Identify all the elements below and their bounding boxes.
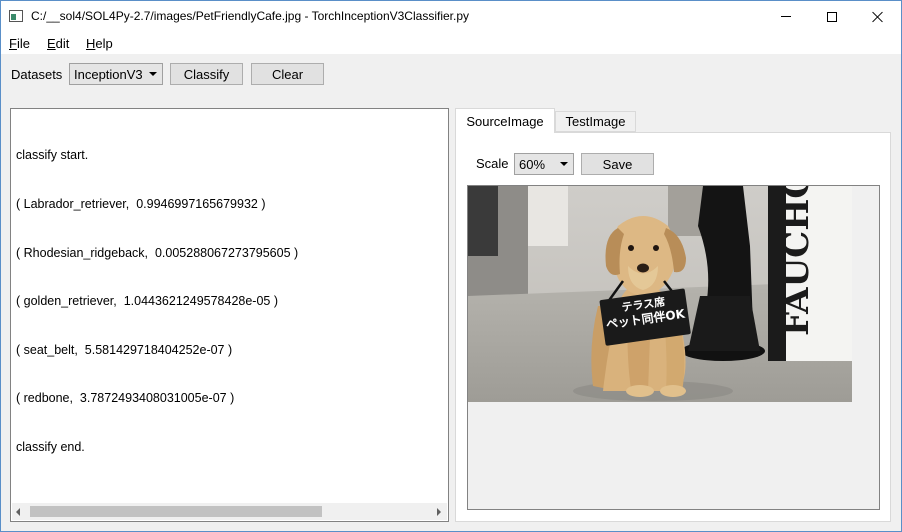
- clear-button[interactable]: Clear: [251, 63, 324, 85]
- datasets-combobox-value: InceptionV3: [74, 67, 143, 82]
- output-line: classify start.: [16, 148, 89, 163]
- scroll-left-icon[interactable]: [16, 508, 20, 516]
- scale-combobox[interactable]: 60%: [514, 153, 574, 175]
- app-icon: [9, 10, 23, 22]
- menu-edit-label: dit: [55, 36, 70, 51]
- sourceimage-tab-page: Scale 60% Save FAUCHON テラス席 ペット同伴OK: [455, 132, 891, 522]
- output-line: ( seat_belt, 5.581429718404252e-07 ): [16, 342, 233, 357]
- menu-edit[interactable]: Edit: [47, 36, 69, 51]
- output-line: ( golden_retriever, 1.0443621249578428e-…: [16, 294, 279, 309]
- datasets-combobox[interactable]: InceptionV3: [69, 63, 163, 85]
- source-photo: FAUCHON テラス席 ペット同伴OK: [468, 186, 852, 402]
- tab-testimage[interactable]: TestImage: [555, 111, 636, 132]
- chevron-down-icon: [560, 162, 568, 166]
- maximize-icon: [827, 11, 837, 22]
- menu-edit-mnemonic: E: [47, 36, 56, 51]
- close-icon: [872, 11, 884, 23]
- window-title: C:/__sol4/SOL4Py-2.7/images/PetFriendlyC…: [31, 9, 469, 23]
- store-sign-text: FAUCHON: [777, 186, 817, 336]
- close-button[interactable]: [855, 1, 901, 32]
- menu-help-mnemonic: H: [86, 36, 96, 51]
- menu-file[interactable]: File: [9, 36, 30, 51]
- classify-button[interactable]: Classify: [170, 63, 243, 85]
- scrollbar-thumb[interactable]: [30, 506, 322, 517]
- output-line: ( redbone, 3.7872493408031005e-07 ): [16, 391, 235, 406]
- app-window: C:/__sol4/SOL4Py-2.7/images/PetFriendlyC…: [0, 0, 902, 532]
- minimize-button[interactable]: [763, 1, 809, 32]
- output-line: classify end.: [16, 440, 85, 455]
- menu-bar: File Edit Help: [1, 32, 901, 54]
- output-lines: classify start. ( Labrador_retriever, 0.…: [16, 115, 298, 488]
- scroll-right-icon[interactable]: [437, 508, 441, 516]
- chevron-down-icon: [149, 72, 157, 76]
- scale-combobox-value: 60%: [519, 157, 546, 172]
- menu-file-label: ile: [16, 36, 30, 51]
- output-line: ( Labrador_retriever, 0.9946997165679932…: [16, 197, 266, 212]
- output-text-area[interactable]: classify start. ( Labrador_retriever, 0.…: [10, 108, 449, 522]
- tab-sourceimage[interactable]: SourceImage: [455, 108, 555, 133]
- menu-help-label: elp: [95, 36, 113, 51]
- title-bar[interactable]: C:/__sol4/SOL4Py-2.7/images/PetFriendlyC…: [1, 1, 901, 32]
- minimize-icon: [781, 16, 791, 17]
- maximize-button[interactable]: [809, 1, 855, 32]
- image-viewer[interactable]: FAUCHON テラス席 ペット同伴OK: [467, 185, 880, 510]
- horizontal-scrollbar[interactable]: [12, 503, 447, 520]
- save-button[interactable]: Save: [581, 153, 654, 175]
- scale-label: Scale: [476, 156, 509, 171]
- menu-file-mnemonic: F: [9, 36, 17, 51]
- menu-help[interactable]: Help: [86, 36, 113, 51]
- output-line: ( Rhodesian_ridgeback, 0.005288067273795…: [16, 245, 299, 260]
- datasets-label: Datasets: [11, 67, 63, 82]
